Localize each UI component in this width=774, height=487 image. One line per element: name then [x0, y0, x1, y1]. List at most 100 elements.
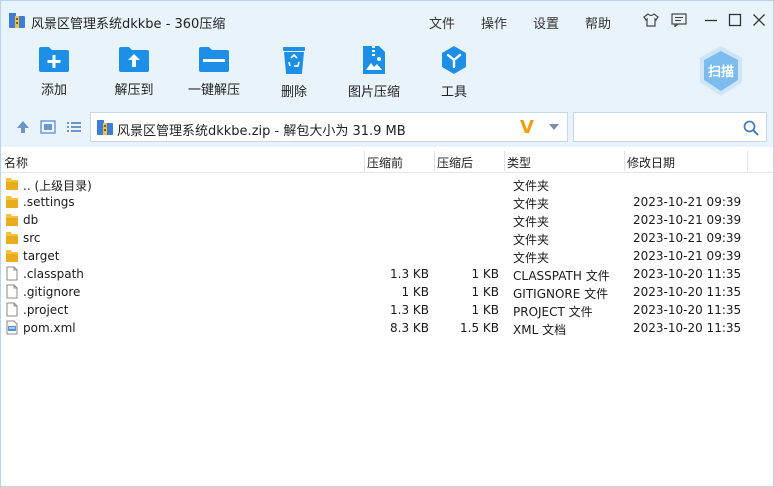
file-row[interactable]: db 文件夹 2023-10-21 09:39	[1, 211, 773, 229]
window-title: 风景区管理系统dkkbe - 360压缩	[31, 17, 226, 32]
image-compress-button[interactable]: 图片压缩	[339, 45, 409, 101]
tools-label: 工具	[440, 85, 467, 100]
title-bar: 风景区管理系统dkkbe - 360压缩 文件 操作 设置 帮助	[1, 1, 773, 39]
add-button[interactable]: 添加	[19, 45, 89, 101]
close-button[interactable]	[749, 10, 769, 30]
file-name: db	[23, 213, 39, 227]
file-compressed-size: 1.5 KB	[460, 321, 499, 335]
file-name: .classpath	[23, 267, 84, 281]
list-view-icon[interactable]	[66, 119, 82, 135]
column-divider[interactable]	[434, 151, 435, 171]
file-row[interactable]: src 文件夹 2023-10-21 09:39	[1, 229, 773, 247]
column-divider[interactable]	[624, 151, 625, 171]
file-icon	[6, 266, 18, 281]
one-click-extract-icon	[199, 47, 229, 72]
one-click-extract-label: 一键解压	[187, 83, 240, 98]
file-original-size: 8.3 KB	[390, 321, 429, 335]
extract-to-button[interactable]: 解压到	[99, 45, 169, 101]
file-date: 2023-10-20 11:35	[633, 303, 742, 317]
column-divider[interactable]	[364, 151, 365, 171]
file-date: 2023-10-20 11:35	[633, 267, 742, 281]
tshirt-icon	[643, 13, 659, 27]
file-row[interactable]: .settings 文件夹 2023-10-21 09:39	[1, 193, 773, 211]
file-date: 2023-10-20 11:35	[633, 321, 742, 335]
file-name: pom.xml	[23, 321, 76, 335]
column-divider[interactable]	[504, 151, 505, 171]
close-icon	[753, 14, 765, 26]
column-header-type[interactable]: 类型	[507, 154, 531, 171]
file-list-header: 名称 压缩前 压缩后 类型 修改日期	[1, 149, 773, 173]
file-row[interactable]: .. (上级目录) 文件夹	[1, 175, 773, 193]
maximize-icon	[728, 13, 742, 27]
file-list: .. (上级目录) 文件夹 .settings 文件夹 2023-10-21 0…	[1, 175, 773, 337]
scan-button[interactable]: 扫描	[695, 43, 747, 99]
search-input[interactable]	[578, 117, 738, 137]
add-folder-icon	[39, 47, 69, 72]
file-name: .gitignore	[23, 285, 81, 299]
file-name: .settings	[23, 195, 75, 209]
file-row[interactable]: .project 1.3 KB 1 KB PROJECT 文件 2023-10-…	[1, 301, 773, 319]
file-row[interactable]: target 文件夹 2023-10-21 09:39	[1, 247, 773, 265]
search-icon[interactable]	[743, 120, 759, 136]
maximize-button[interactable]	[725, 10, 745, 30]
v-verified-icon: V	[520, 117, 534, 138]
column-header-modified[interactable]: 修改日期	[627, 154, 675, 171]
extract-to-icon	[119, 47, 149, 72]
file-icon	[6, 284, 18, 299]
menu-file[interactable]: 文件	[429, 13, 455, 32]
file-row[interactable]: pom.xml 8.3 KB 1.5 KB XML 文档 2023-10-20 …	[1, 319, 773, 337]
file-date: 2023-10-21 09:39	[633, 195, 742, 209]
address-bar: 风景区管理系统dkkbe.zip - 解包大小为 31.9 MB V	[1, 107, 773, 147]
folder-icon	[6, 250, 18, 262]
tools-button[interactable]: 工具	[419, 45, 489, 101]
file-type: GITIGNORE 文件	[513, 287, 609, 301]
xml-file-icon	[6, 320, 18, 335]
menu-settings[interactable]: 设置	[533, 13, 559, 32]
file-date: 2023-10-21 09:39	[633, 231, 742, 245]
file-type: PROJECT 文件	[513, 305, 593, 319]
image-compress-label: 图片压缩	[347, 85, 400, 100]
add-label: 添加	[40, 83, 67, 98]
toolbar: 添加 解压到 一键解压 删除 图片压缩 工具 扫描	[1, 39, 773, 107]
file-type: CLASSPATH 文件	[513, 269, 610, 283]
skin-button[interactable]	[641, 10, 661, 30]
folder-icon	[6, 178, 18, 190]
file-type: 文件夹	[513, 233, 550, 247]
file-name: .. (上级目录)	[23, 179, 92, 193]
file-icon	[6, 302, 18, 317]
folder-icon	[6, 196, 18, 208]
chevron-down-icon[interactable]	[548, 123, 560, 131]
delete-label: 删除	[280, 85, 307, 100]
file-type: XML 文档	[513, 323, 567, 337]
recycle-bin-icon	[283, 47, 305, 74]
column-header-original-size[interactable]: 压缩前	[367, 154, 403, 171]
column-divider[interactable]	[747, 151, 748, 171]
folder-icon	[6, 232, 18, 244]
feedback-button[interactable]	[669, 10, 689, 30]
up-arrow-icon[interactable]	[15, 119, 31, 135]
minimize-button[interactable]	[701, 10, 721, 30]
scan-label: 扫描	[707, 65, 734, 80]
file-name: src	[23, 231, 41, 245]
column-header-name[interactable]: 名称	[4, 154, 28, 171]
file-type: 文件夹	[513, 197, 550, 211]
path-field[interactable]: 风景区管理系统dkkbe.zip - 解包大小为 31.9 MB V	[90, 112, 568, 142]
file-name: target	[23, 249, 60, 263]
file-row[interactable]: .gitignore 1 KB 1 KB GITIGNORE 文件 2023-1…	[1, 283, 773, 301]
folder-icon	[6, 214, 18, 226]
menu-help[interactable]: 帮助	[585, 13, 611, 32]
file-row[interactable]: .classpath 1.3 KB 1 KB CLASSPATH 文件 2023…	[1, 265, 773, 283]
one-click-extract-button[interactable]: 一键解压	[179, 45, 249, 101]
file-date: 2023-10-21 09:39	[633, 213, 742, 227]
app-icon	[9, 13, 25, 28]
file-compressed-size: 1 KB	[471, 303, 499, 317]
file-type: 文件夹	[513, 251, 550, 265]
app-window: 风景区管理系统dkkbe - 360压缩 文件 操作 设置 帮助 添加 解压到 …	[0, 0, 774, 487]
column-header-compressed-size[interactable]: 压缩后	[437, 154, 473, 171]
extract-to-label: 解压到	[114, 83, 154, 98]
message-icon	[671, 13, 687, 27]
menu-operation[interactable]: 操作	[481, 13, 507, 32]
delete-button[interactable]: 删除	[259, 45, 329, 101]
image-compress-icon	[363, 46, 385, 74]
thumbnail-view-icon[interactable]	[40, 119, 56, 135]
